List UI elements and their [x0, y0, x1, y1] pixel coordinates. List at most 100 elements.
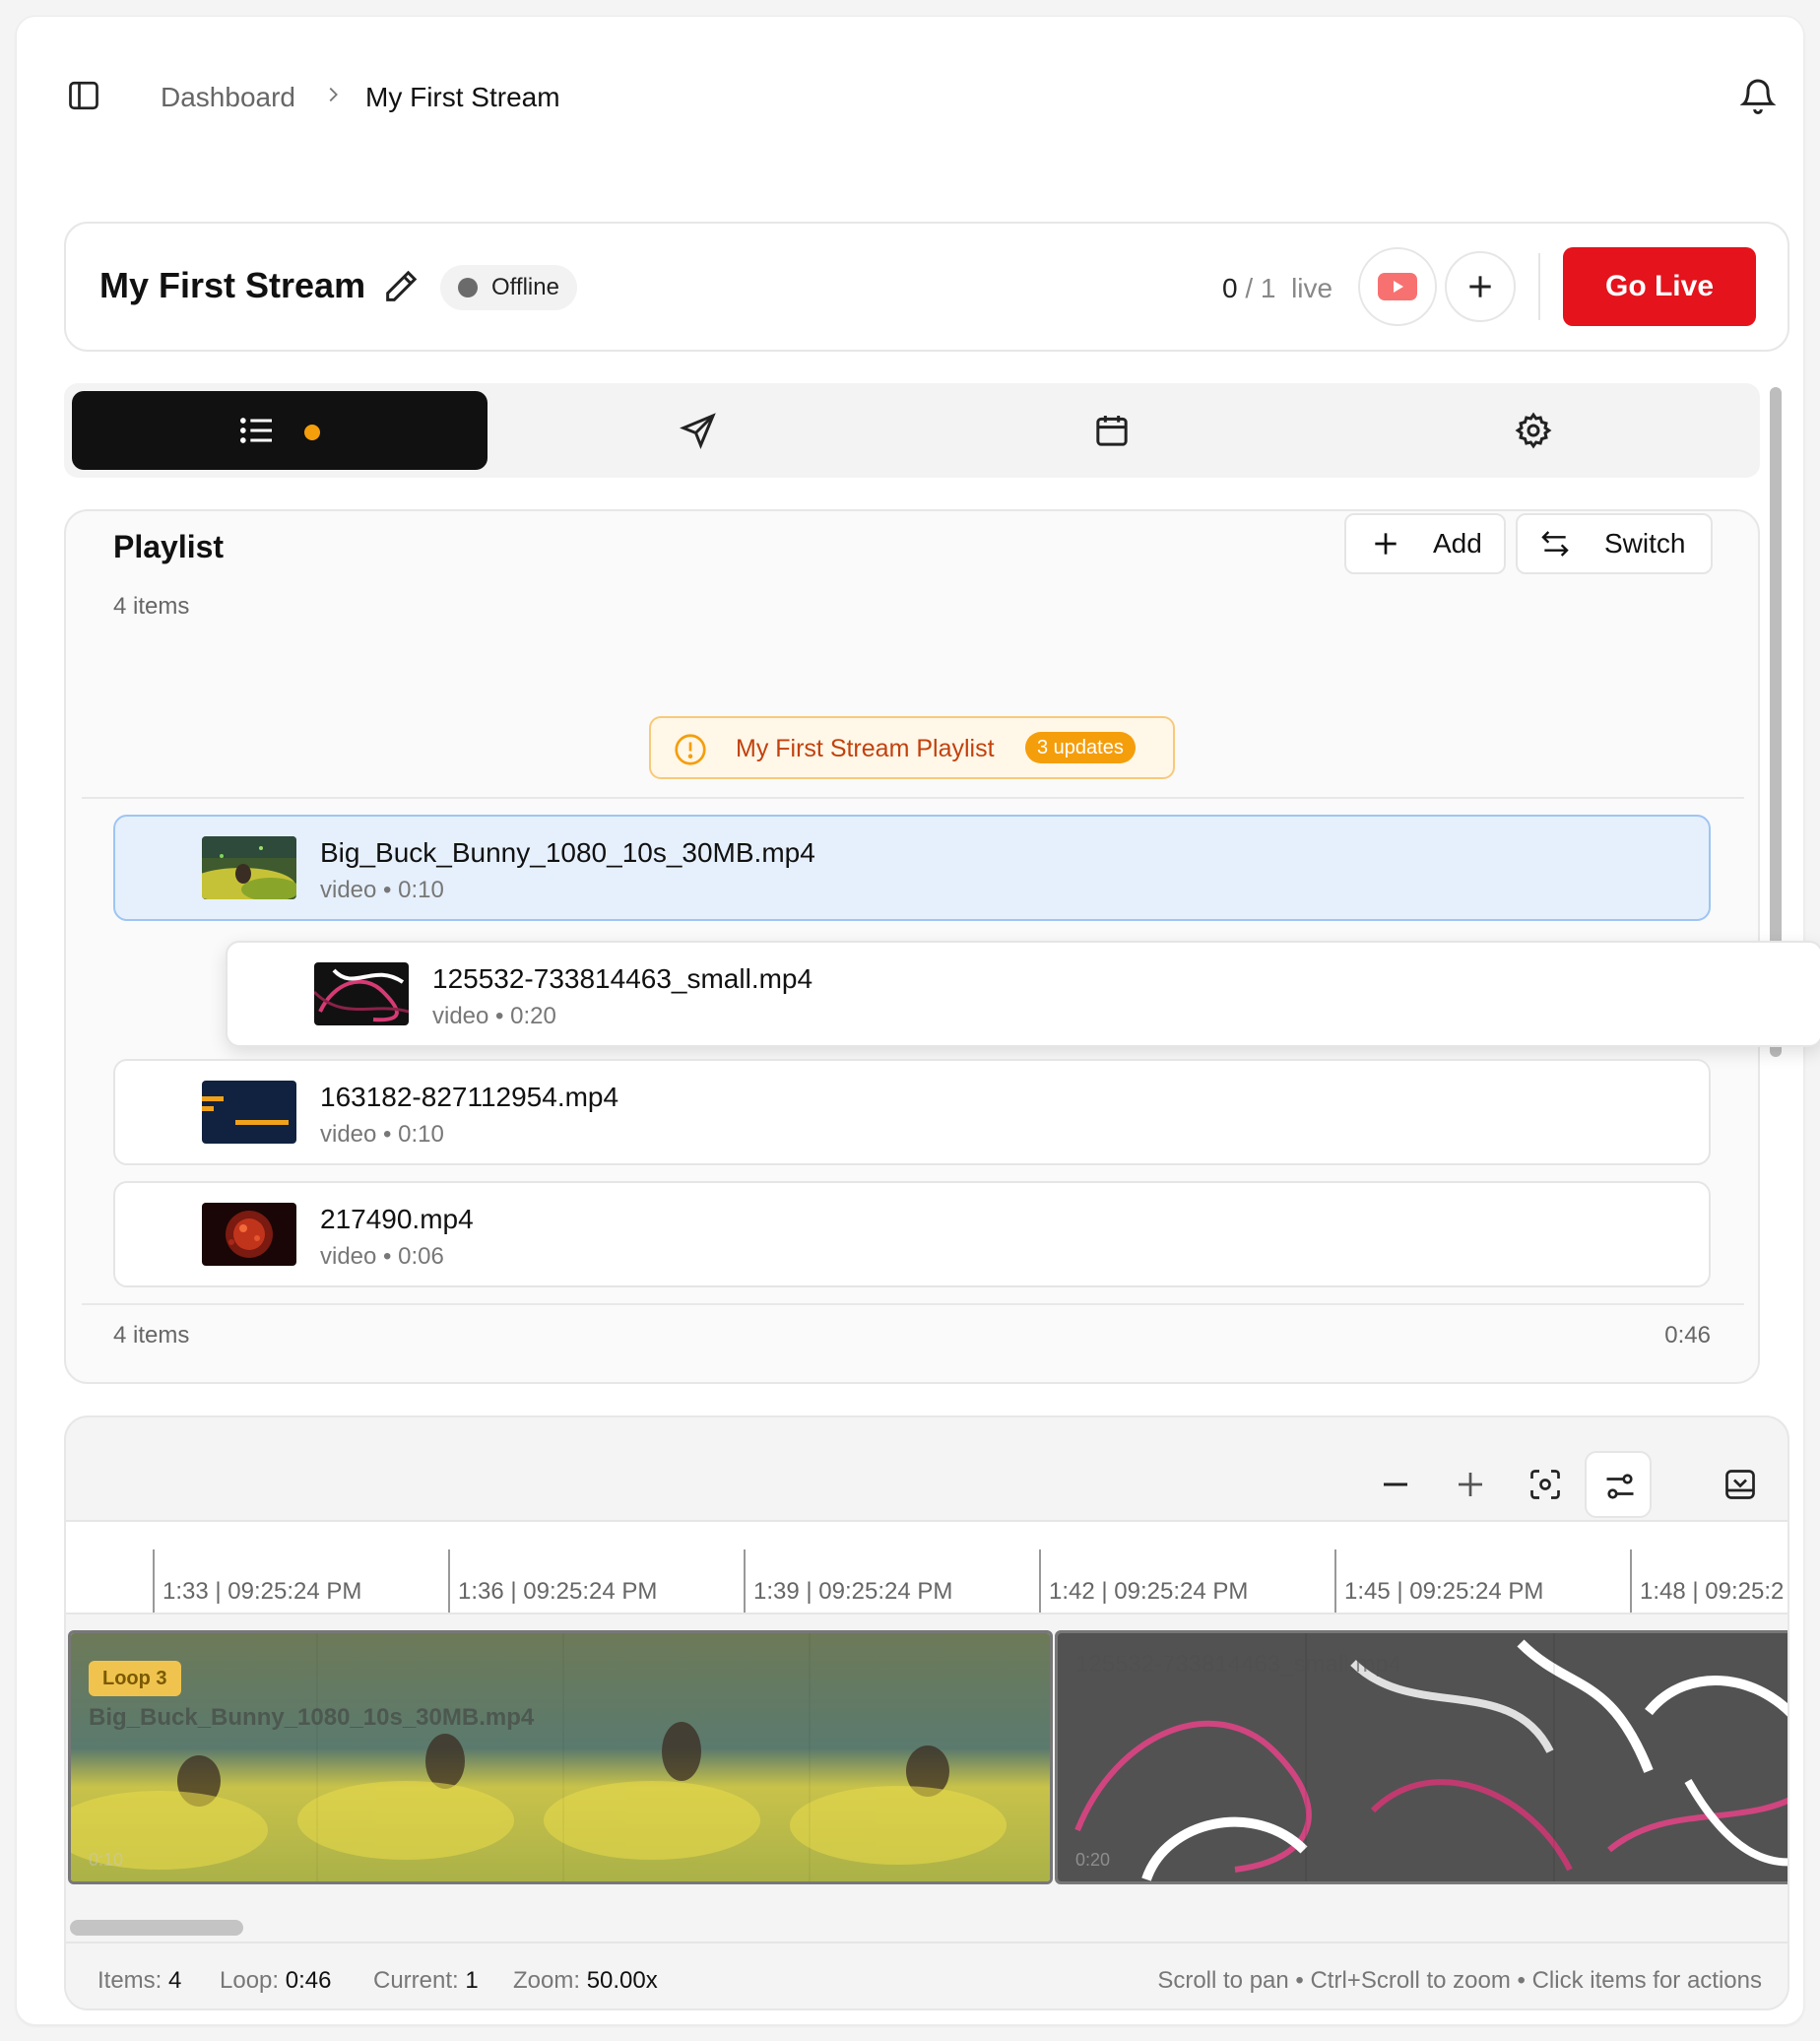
ruler-label: 1:39 | 09:25:24 PM [753, 1578, 953, 1605]
switch-button[interactable]: Switch [1516, 513, 1713, 574]
tab-indicator-dot [304, 425, 320, 440]
item-meta: video • 0:10 [320, 1121, 444, 1148]
playlist-title: Playlist [113, 529, 225, 564]
tab-playlist[interactable] [72, 391, 488, 470]
divider [82, 1303, 1744, 1305]
add-button-label: Add [1433, 528, 1482, 559]
collapse-timeline-button[interactable] [1707, 1451, 1774, 1518]
app-window: Dashboard My First Stream My First Strea… [16, 16, 1820, 2025]
tab-bar [64, 383, 1760, 478]
loop-badge: Loop 3 [89, 1661, 181, 1696]
gear-icon [1515, 412, 1552, 449]
ruler-tick [744, 1549, 746, 1613]
collapse-panel-icon [1725, 1470, 1755, 1499]
status-badge: Offline [440, 265, 577, 310]
divider [82, 797, 1744, 799]
tab-settings[interactable] [1336, 391, 1752, 470]
switch-arrows-icon [1541, 531, 1569, 557]
ruler-label: 1:45 | 09:25:24 PM [1344, 1578, 1544, 1605]
playlist-item[interactable]: 217490.mp4 video • 0:06 [113, 1181, 1711, 1287]
timeline-track[interactable]: Loop 3 Big_Buck_Bunny_1080_10s_30MB.mp4 … [66, 1630, 1788, 1886]
item-meta: video • 0:10 [320, 877, 444, 903]
switch-button-label: Switch [1604, 528, 1686, 559]
breadcrumb-current: My First Stream [365, 82, 560, 112]
item-name: Big_Buck_Bunny_1080_10s_30MB.mp4 [320, 837, 815, 868]
item-name: 217490.mp4 [320, 1204, 474, 1234]
tab-send[interactable] [493, 391, 909, 470]
timeline-footer: Items: 4 Loop: 0:46 Current: 1 Zoom: 50.… [66, 1942, 1788, 2008]
playlist-item[interactable]: Big_Buck_Bunny_1080_10s_30MB.mp4 video •… [113, 815, 1711, 921]
playlist-item-dragging[interactable]: 125532-733814463_small.mp4 video • 0:20 [226, 941, 1820, 1047]
focus-current-button[interactable] [1512, 1451, 1579, 1518]
ruler-label: 1:42 | 09:25:24 PM [1049, 1578, 1249, 1605]
ruler-label: 1:48 | 09:25:2 [1640, 1578, 1785, 1605]
timeline-hint: Scroll to pan • Ctrl+Scroll to zoom • Cl… [1157, 1967, 1762, 1994]
breadcrumb-dashboard[interactable]: Dashboard [161, 78, 295, 117]
tab-schedule[interactable] [915, 391, 1331, 470]
playlist-update-notice[interactable]: My First Stream Playlist 3 updates [649, 716, 1175, 779]
stat-zoom: Zoom: 50.00x [513, 1967, 658, 1994]
timeline-scrollbar[interactable] [70, 1920, 243, 1936]
ruler-label: 1:36 | 09:25:24 PM [458, 1578, 658, 1605]
sliders-icon [1606, 1474, 1634, 1499]
playlist-count: 4 items [113, 593, 190, 620]
send-icon [680, 413, 716, 449]
video-thumbnail [202, 1081, 296, 1144]
item-name: 163182-827112954.mp4 [320, 1082, 619, 1112]
plus-icon [1459, 1473, 1482, 1496]
add-destination-button[interactable] [1445, 251, 1516, 322]
timeline-panel: 1:33 | 09:25:24 PM 1:36 | 09:25:24 PM 1:… [64, 1416, 1789, 2010]
plus-icon [1469, 276, 1491, 297]
timeline-clip[interactable]: Loop 3 Big_Buck_Bunny_1080_10s_30MB.mp4 … [68, 1630, 1053, 1884]
video-thumbnail [202, 836, 296, 899]
ruler-tick [1334, 1549, 1336, 1613]
divider [1538, 253, 1540, 320]
notice-text: My First Stream Playlist [736, 735, 995, 762]
video-thumbnail [314, 962, 409, 1025]
zoom-out-button[interactable] [1362, 1451, 1429, 1518]
zoom-in-button[interactable] [1437, 1451, 1504, 1518]
clip-duration: 0:10 [89, 1850, 124, 1870]
go-live-button[interactable]: Go Live [1563, 247, 1756, 326]
edit-pencil-icon[interactable] [381, 267, 421, 306]
playlist-footer-duration: 0:46 [1664, 1322, 1711, 1349]
plus-icon [1375, 533, 1397, 555]
chevron-right-icon [322, 84, 344, 105]
youtube-icon [1378, 273, 1417, 300]
stat-items: Items: 4 [98, 1967, 182, 1994]
stream-header: My First Stream Offline 0 / 1 live Go Li… [64, 222, 1789, 352]
youtube-destination-button[interactable] [1358, 247, 1437, 326]
live-count-label: live [1291, 273, 1333, 303]
bell-icon[interactable] [1738, 74, 1778, 117]
clip-filmstrip [71, 1633, 1050, 1881]
sidebar-toggle-icon[interactable] [66, 78, 101, 113]
playlist-item[interactable]: 163182-827112954.mp4 video • 0:10 [113, 1059, 1711, 1165]
add-button[interactable]: Add [1344, 513, 1506, 574]
notice-badge: 3 updates [1025, 732, 1136, 763]
clip-label: 125532-733814463_small.mp4 [1075, 1651, 1401, 1678]
status-text: Offline [491, 274, 559, 300]
video-thumbnail [202, 1203, 296, 1266]
clip-label: Big_Buck_Bunny_1080_10s_30MB.mp4 [89, 1704, 535, 1731]
stream-title: My First Stream [99, 265, 366, 305]
live-counter: 0 / 1 live [1222, 265, 1332, 312]
item-name: 125532-733814463_small.mp4 [432, 963, 813, 994]
live-count-total: / 1 [1245, 273, 1276, 303]
calendar-icon [1096, 416, 1128, 446]
status-dot-icon [458, 278, 478, 297]
stat-current: Current: 1 [373, 1967, 479, 1994]
live-count-value: 0 [1222, 273, 1238, 303]
timeline-settings-button[interactable] [1585, 1451, 1652, 1518]
ruler-tick [1630, 1549, 1632, 1613]
minus-icon [1384, 1482, 1407, 1486]
ruler-label: 1:33 | 09:25:24 PM [162, 1578, 362, 1605]
ruler-tick [448, 1549, 450, 1613]
clip-duration: 0:20 [1075, 1850, 1111, 1870]
timeline-ruler[interactable]: 1:33 | 09:25:24 PM 1:36 | 09:25:24 PM 1:… [66, 1520, 1788, 1614]
item-meta: video • 0:20 [432, 1003, 556, 1029]
playlist-footer-count: 4 items [113, 1322, 190, 1349]
ruler-tick [1039, 1549, 1041, 1613]
timeline-clip[interactable]: 125532-733814463_small.mp4 0:20 [1055, 1630, 1788, 1884]
item-meta: video • 0:06 [320, 1243, 444, 1270]
focus-frame-icon [1530, 1470, 1560, 1499]
